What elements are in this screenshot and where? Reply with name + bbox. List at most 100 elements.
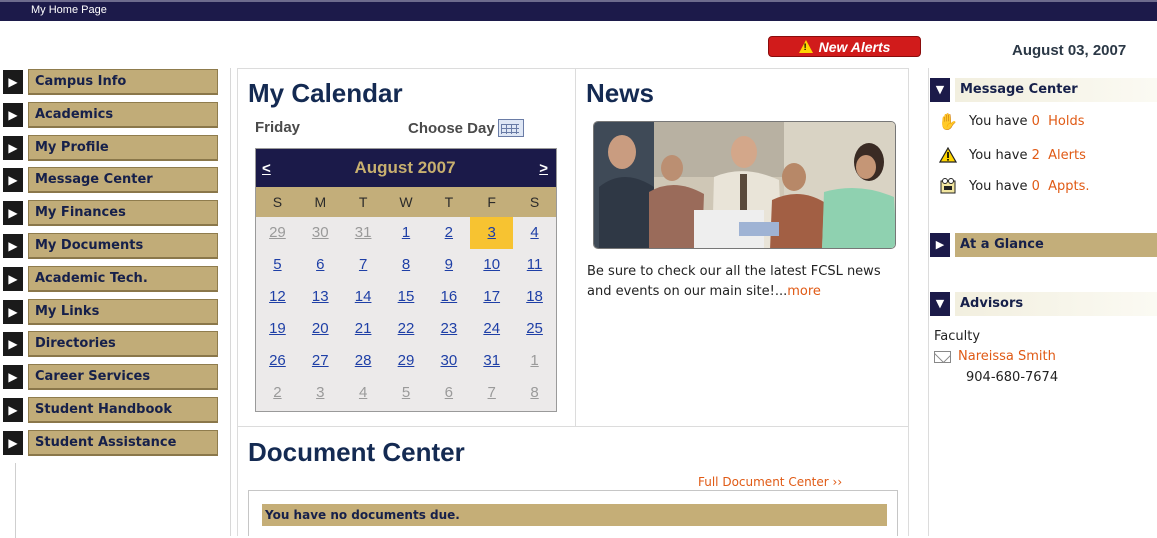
calendar-day[interactable]: 14 <box>342 281 385 313</box>
calendar-icon[interactable] <box>497 119 524 137</box>
envelope-icon[interactable] <box>934 350 951 363</box>
calendar-day[interactable]: 7 <box>342 249 385 281</box>
nav-item-career-services[interactable]: ▶ Career Services <box>3 363 223 391</box>
collapse-chevron-icon[interactable]: ▼ <box>930 291 950 316</box>
calendar-day[interactable]: 8 <box>385 249 428 281</box>
full-document-center-link[interactable]: Full Document Center ›› <box>698 475 842 489</box>
appointments-link[interactable]: Appts. <box>1048 179 1089 194</box>
calendar-day[interactable]: 30 <box>299 217 342 249</box>
nav-item-label[interactable]: My Links <box>28 298 218 325</box>
calendar-day[interactable]: 13 <box>299 281 342 313</box>
calendar-day[interactable]: 11 <box>513 249 556 281</box>
calendar-day[interactable]: 6 <box>299 249 342 281</box>
nav-item-academic-tech[interactable]: ▶ Academic Tech. <box>3 265 223 293</box>
collapse-chevron-icon[interactable]: ▼ <box>930 77 950 102</box>
news-photo[interactable] <box>593 121 896 249</box>
expand-arrow-icon[interactable]: ▶ <box>3 234 23 258</box>
calendar-day[interactable]: 8 <box>513 377 556 409</box>
appointments-count[interactable]: 0 <box>1032 179 1040 194</box>
nav-item-label[interactable]: My Finances <box>28 200 218 227</box>
calendar-day[interactable]: 28 <box>342 345 385 377</box>
calendar-day[interactable]: 26 <box>256 345 299 377</box>
expand-arrow-icon[interactable]: ▶ <box>3 398 23 422</box>
nav-item-directories[interactable]: ▶ Directories <box>3 330 223 358</box>
nav-item-label[interactable]: Student Assistance <box>28 429 218 456</box>
nav-item-my-documents[interactable]: ▶ My Documents <box>3 232 223 260</box>
calendar-day[interactable]: 23 <box>427 313 470 345</box>
holds-count[interactable]: 0 <box>1032 114 1040 129</box>
alerts-count[interactable]: 2 <box>1032 148 1040 163</box>
calendar-day[interactable]: 5 <box>256 249 299 281</box>
calendar-day[interactable]: 2 <box>256 377 299 409</box>
calendar-day[interactable]: 21 <box>342 313 385 345</box>
calendar-day[interactable]: 22 <box>385 313 428 345</box>
advisor-contact[interactable]: Nareissa Smith <box>934 349 1056 364</box>
calendar-day[interactable]: 16 <box>427 281 470 313</box>
nav-item-label[interactable]: My Documents <box>28 233 218 259</box>
calendar-day[interactable]: 27 <box>299 345 342 377</box>
nav-item-my-profile[interactable]: ▶ My Profile <box>3 134 223 162</box>
calendar-day[interactable]: 19 <box>256 313 299 345</box>
expand-arrow-icon[interactable]: ▶ <box>3 135 23 160</box>
calendar-day[interactable]: 20 <box>299 313 342 345</box>
calendar-day-today[interactable]: 3 <box>470 217 514 249</box>
calendar-day[interactable]: 1 <box>385 217 428 249</box>
calendar-day[interactable]: 15 <box>385 281 428 313</box>
expand-arrow-icon[interactable]: ▶ <box>3 201 23 226</box>
calendar-day[interactable]: 31 <box>342 217 385 249</box>
calendar-day[interactable]: 29 <box>256 217 299 249</box>
expand-arrow-icon[interactable]: ▶ <box>3 332 23 357</box>
expand-arrow-icon[interactable]: ▶ <box>3 430 23 455</box>
calendar-day[interactable]: 10 <box>470 249 513 281</box>
calendar-day[interactable]: 31 <box>470 345 513 377</box>
nav-item-label[interactable]: Academic Tech. <box>28 265 218 292</box>
expand-arrow-icon[interactable]: ▶ <box>3 168 23 193</box>
new-alerts-button[interactable]: New Alerts <box>768 36 921 57</box>
nav-item-label[interactable]: My Profile <box>28 134 218 161</box>
calendar-day[interactable]: 4 <box>342 377 385 409</box>
holds-link[interactable]: Holds <box>1048 114 1084 129</box>
calendar-day[interactable]: 3 <box>299 377 342 409</box>
expand-arrow-icon[interactable]: ▶ <box>3 266 23 291</box>
nav-item-student-assistance[interactable]: ▶ Student Assistance <box>3 429 223 457</box>
nav-item-my-finances[interactable]: ▶ My Finances <box>3 199 223 227</box>
nav-item-my-links[interactable]: ▶ My Links <box>3 298 223 326</box>
nav-item-label[interactable]: Student Handbook <box>28 397 218 423</box>
nav-item-label[interactable]: Campus Info <box>28 69 218 95</box>
calendar-day[interactable]: 2 <box>427 217 470 249</box>
calendar-day[interactable]: 29 <box>385 345 428 377</box>
calendar-day[interactable]: 30 <box>427 345 470 377</box>
calendar-day[interactable]: 24 <box>470 313 513 345</box>
calendar-day[interactable]: 17 <box>470 281 513 313</box>
message-center-header[interactable]: ▼ Message Center <box>930 76 1157 103</box>
calendar-day[interactable]: 5 <box>385 377 428 409</box>
alerts-link[interactable]: Alerts <box>1048 148 1086 163</box>
expand-arrow-icon[interactable]: ▶ <box>3 102 23 127</box>
expand-arrow-icon[interactable]: ▶ <box>3 365 23 390</box>
nav-item-label[interactable]: Message Center <box>28 167 218 194</box>
advisor-name[interactable]: Nareissa Smith <box>958 349 1056 364</box>
next-month-link[interactable]: > <box>539 160 548 177</box>
expand-arrow-icon[interactable]: ▶ <box>3 299 23 324</box>
calendar-day[interactable]: 18 <box>513 281 556 313</box>
nav-item-label[interactable]: Directories <box>28 331 218 358</box>
nav-item-campus-info[interactable]: ▶ Campus Info <box>3 68 223 96</box>
nav-item-academics[interactable]: ▶ Academics <box>3 101 223 129</box>
expand-arrow-icon[interactable]: ▶ <box>3 70 23 94</box>
calendar-day[interactable]: 7 <box>470 377 513 409</box>
at-a-glance-header[interactable]: ▶ At a Glance <box>930 231 1157 258</box>
choose-day-button[interactable]: Choose Day <box>408 119 524 137</box>
calendar-day[interactable]: 25 <box>513 313 556 345</box>
calendar-day[interactable]: 6 <box>427 377 470 409</box>
expand-chevron-icon[interactable]: ▶ <box>930 232 950 257</box>
nav-item-student-handbook[interactable]: ▶ Student Handbook <box>3 396 223 424</box>
calendar-day[interactable]: 12 <box>256 281 299 313</box>
nav-item-message-center[interactable]: ▶ Message Center <box>3 166 223 194</box>
advisors-header[interactable]: ▼ Advisors <box>930 290 1157 317</box>
news-more-link[interactable]: more <box>787 284 821 299</box>
calendar-day[interactable]: 1 <box>513 345 556 377</box>
calendar-day[interactable]: 9 <box>427 249 470 281</box>
calendar-day[interactable]: 4 <box>513 217 556 249</box>
prev-month-link[interactable]: < <box>262 160 271 177</box>
nav-item-label[interactable]: Career Services <box>28 364 218 391</box>
